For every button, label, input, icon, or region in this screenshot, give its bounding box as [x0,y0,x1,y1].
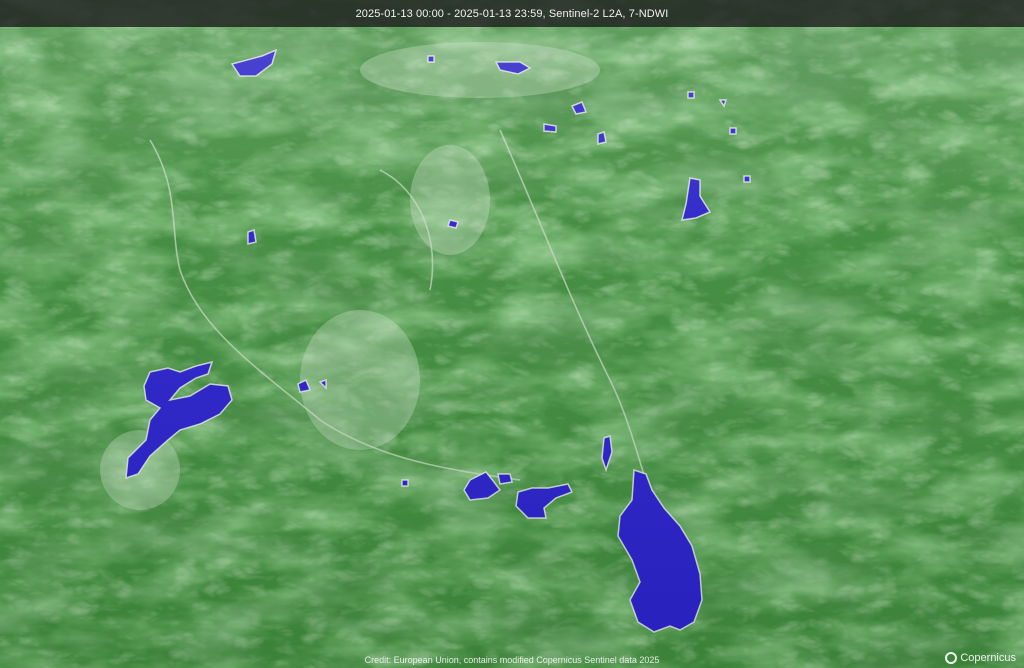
copernicus-logo-icon [945,652,958,664]
ndwi-terrain-view [0,0,1024,668]
logo-label: Copernicus [960,652,1016,664]
map-viewport[interactable] [0,0,1024,668]
attribution-text: Credit: European Union, contains modifie… [364,655,660,665]
timeline-title-bar: 2025-01-13 00:00 - 2025-01-13 23:59, Sen… [0,0,1024,27]
copernicus-logo: Copernicus [945,652,1016,664]
atmospheric-haze [0,0,1024,668]
view-title: 2025-01-13 00:00 - 2025-01-13 23:59, Sen… [355,7,669,20]
